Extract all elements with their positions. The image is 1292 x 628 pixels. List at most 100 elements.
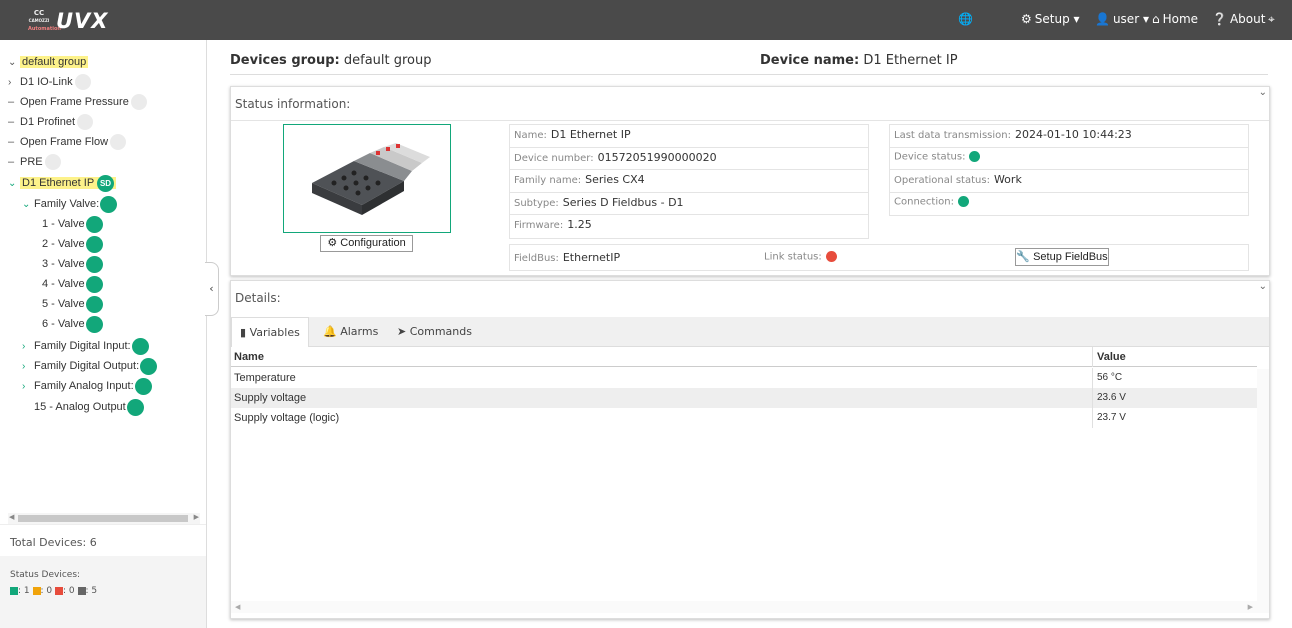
subtype-label: Subtype: <box>514 197 559 209</box>
caret-down-icon: ▾ <box>1073 12 1080 26</box>
details-panel-title: Details: <box>235 291 281 305</box>
status-dot <box>85 215 103 233</box>
tree-node-pre[interactable]: – PRE <box>8 153 61 171</box>
scroll-right-icon[interactable]: ▶ <box>194 513 199 521</box>
chevron-down-icon[interactable]: ⌄ <box>8 175 20 193</box>
status-dot <box>140 357 158 375</box>
variables-table: Name Value Temperature 56 °C Supply volt… <box>231 347 1269 605</box>
status-devices-box: Status Devices: : 1 : 0 : 0 : 5 <box>0 556 206 628</box>
tree-node-label: Family Digital Input: <box>34 340 131 352</box>
chevron-down-icon[interactable]: ⌄ <box>1259 281 1267 292</box>
status-dot <box>85 275 103 293</box>
gray-count: : 5 <box>85 586 98 596</box>
fieldbus-value: EthernetIP <box>562 251 621 264</box>
uvx-logo-text: UVX <box>56 9 109 33</box>
table-horizontal-scrollbar[interactable]: ◀ ▶ <box>231 601 1269 613</box>
setup-fieldbus-button[interactable]: 🔧 Setup FieldBus <box>1015 248 1109 266</box>
wrench-icon: 🔧 <box>1016 251 1031 263</box>
tree-node-valve-2[interactable]: 2 - Valve <box>42 235 103 253</box>
tab-commands[interactable]: ➤ Commands <box>389 317 480 347</box>
gear-icon: ⚙ <box>1021 12 1032 26</box>
tree-node-family-analog-input[interactable]: › Family Analog Input: <box>22 377 152 395</box>
last-transmission-label: Last data transmission: <box>894 130 1011 141</box>
device-number-row: Device number: 01572051990000020 <box>510 148 868 170</box>
table-row[interactable]: Supply voltage (logic) 23.7 V <box>231 408 1257 428</box>
chevron-right-icon[interactable]: › <box>22 358 34 376</box>
chevron-right-icon[interactable]: › <box>8 74 20 92</box>
tree-node-label: 1 - Valve <box>42 218 85 230</box>
logo-cc-text: CC <box>33 9 45 17</box>
row-value: 56 °C <box>1092 368 1122 388</box>
scroll-left-icon[interactable]: ◀ <box>235 603 240 611</box>
tree-node-label: Open Frame Pressure <box>20 96 129 108</box>
tree-node-valve-6[interactable]: 6 - Valve <box>42 315 103 333</box>
globe-icon[interactable]: 🌐 <box>958 12 973 26</box>
tree-node-open-frame-pressure[interactable]: – Open Frame Pressure <box>8 93 147 111</box>
tree-node-label: 6 - Valve <box>42 318 85 330</box>
tree-node-valve-3[interactable]: 3 - Valve <box>42 255 103 273</box>
caret-down-icon: ▾ <box>1142 12 1149 26</box>
gray-status-square <box>77 586 86 595</box>
table-vertical-scrollbar[interactable] <box>1257 369 1269 605</box>
tree-node-valve-5[interactable]: 5 - Valve <box>42 295 103 313</box>
firmware-row: Firmware: 1.25 <box>510 215 868 238</box>
status-dot <box>131 337 149 355</box>
tab-variables[interactable]: ▮ Variables <box>231 317 309 348</box>
chevron-left-icon: ‹ <box>209 282 214 295</box>
chevron-down-icon[interactable]: ⌄ <box>8 54 20 72</box>
operational-status-value: Work <box>993 173 1022 186</box>
tree-node-analog-output[interactable]: 15 - Analog Output <box>34 398 144 416</box>
tree-node-label: 4 - Valve <box>42 278 85 290</box>
chevron-right-icon[interactable]: › <box>22 378 34 396</box>
user-menu[interactable]: 👤 user ▾ <box>1095 12 1149 26</box>
tree-node-default-group[interactable]: ⌄ default group <box>8 53 89 72</box>
status-badge <box>110 134 127 151</box>
scroll-right-icon[interactable]: ▶ <box>1248 603 1253 611</box>
tree-node-family-valve[interactable]: ⌄ Family Valve: <box>22 195 118 214</box>
app-logo[interactable]: CC CAMOZZI Automation UVX <box>28 9 108 33</box>
tree-node-family-digital-input[interactable]: › Family Digital Input: <box>22 337 149 355</box>
column-header-value[interactable]: Value <box>1092 347 1126 367</box>
user-label: user <box>1112 12 1140 26</box>
table-row[interactable]: Temperature 56 °C <box>231 368 1257 388</box>
tree-node-d1-ethernet-ip[interactable]: ⌄ D1 Ethernet IP SD <box>8 174 117 193</box>
configuration-button[interactable]: ⚙ Configuration <box>320 235 413 252</box>
gear-icon: ⚙ <box>327 237 338 249</box>
tree-node-valve-4[interactable]: 4 - Valve <box>42 275 103 293</box>
sidebar-horizontal-scrollbar[interactable]: ◀ ▶ <box>8 513 200 524</box>
status-legend: : 1 : 0 : 0 : 5 <box>10 586 206 596</box>
orange-count: : 0 <box>40 586 53 596</box>
home-link[interactable]: ⌂ Home <box>1152 12 1198 26</box>
connection-status-dot <box>957 195 969 207</box>
chevron-down-icon[interactable]: ⌄ <box>22 196 34 214</box>
scroll-left-icon[interactable]: ◀ <box>9 513 14 521</box>
operational-status-row: Operational status: Work <box>890 170 1248 193</box>
tree-node-open-frame-flow[interactable]: – Open Frame Flow <box>8 133 127 151</box>
status-badge: SD <box>97 174 115 192</box>
status-dot <box>85 255 103 273</box>
red-status-square <box>55 586 63 595</box>
row-value: 23.6 V <box>1092 388 1126 408</box>
tree-node-label: 3 - Valve <box>42 258 85 270</box>
tree-node-d1-profinet[interactable]: – D1 Profinet <box>8 113 94 131</box>
tree-node-d1-io-link[interactable]: › D1 IO-Link <box>8 73 91 91</box>
table-header: Name Value <box>231 347 1257 367</box>
about-label: About <box>1229 12 1266 26</box>
tree-node-family-digital-output[interactable]: › Family Digital Output: <box>22 357 158 376</box>
chevron-down-icon[interactable]: ⌄ <box>1259 87 1267 98</box>
table-row[interactable]: Supply voltage 23.6 V <box>231 388 1257 408</box>
chevron-right-icon[interactable]: › <box>22 338 34 356</box>
tab-alarms[interactable]: 🔔 Alarms <box>315 317 386 347</box>
sidebar-collapse-toggle[interactable]: ‹ <box>205 262 219 316</box>
home-icon: ⌂ <box>1152 12 1160 26</box>
fullscreen-icon[interactable]: ⌖ <box>1268 12 1275 27</box>
camozzi-logo: CC CAMOZZI Automation <box>28 9 61 33</box>
about-link[interactable]: ❔ About <box>1212 12 1265 26</box>
scrollbar-thumb[interactable] <box>18 515 188 522</box>
tree-node-label: Family Digital Output: <box>34 360 140 372</box>
setup-menu[interactable]: ⚙ Setup ▾ <box>1021 12 1080 26</box>
column-header-name[interactable]: Name <box>234 347 264 367</box>
tree-node-valve-1[interactable]: 1 - Valve <box>42 215 103 233</box>
device-status-dot <box>969 150 981 162</box>
details-tabs: ▮ Variables 🔔 Alarms ➤ Commands <box>231 317 1269 348</box>
